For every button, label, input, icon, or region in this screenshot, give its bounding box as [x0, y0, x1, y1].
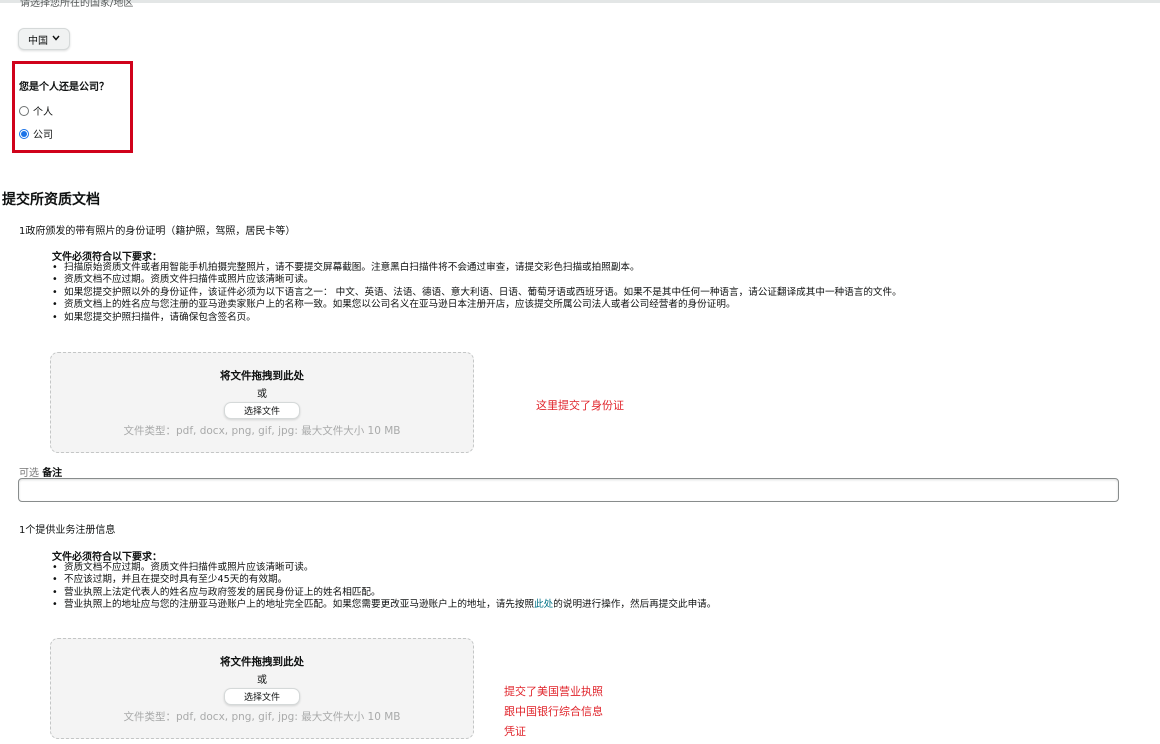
- top-border: [0, 0, 1160, 3]
- entity-question: 您是个人还是公司？: [19, 82, 109, 93]
- dropzone-title: 将文件拖拽到此处: [220, 655, 304, 668]
- list-item: 资质文档不应过期。资质文件扫描件或照片应该清晰可读。: [52, 562, 716, 575]
- annotation-license-3: 凭证: [504, 725, 526, 738]
- doc1-req-list: 扫描原始资质文件或者用智能手机拍摄完整照片，请不要提交屏幕截图。注意黑白扫描件将…: [52, 262, 902, 324]
- req4-pre: 营业执照上的地址应与您的注册亚马逊账户上的地址完全匹配。如果您需要更改亚马逊账户…: [64, 599, 535, 611]
- req4-post: 的说明进行操作，然后再提交此申请。: [553, 599, 717, 611]
- dropzone-file-types: 文件类型：pdf, docx, png, gif, jpg: 最大文件大小 10…: [123, 710, 401, 723]
- doc2-dropzone[interactable]: 将文件拖拽到此处 或 选择文件 文件类型：pdf, docx, png, gif…: [50, 638, 474, 739]
- list-item: 营业执照上的地址应与您的注册亚马逊账户上的地址完全匹配。如果您需要更改亚马逊账户…: [52, 599, 717, 612]
- radio-individual-label: 个人: [33, 107, 53, 118]
- country-dropdown[interactable]: 中国: [18, 28, 70, 50]
- chevron-down-icon: [52, 34, 60, 44]
- radio-company[interactable]: 公司: [19, 126, 53, 141]
- list-item: 营业执照上法定代表人的姓名应与政府签发的居民身份证上的姓名相匹配。: [52, 587, 716, 600]
- annotation-id: 这里提交了身份证: [536, 399, 624, 412]
- list-item: 资质文档上的姓名应与您注册的亚马逊卖家账户上的名称一致。如果您以公司名义在亚马逊…: [52, 299, 902, 312]
- dropzone-or: 或: [257, 388, 267, 400]
- radio-company-label: 公司: [33, 130, 53, 141]
- list-item: 不应该过期，并且在提交时具有至少45天的有效期。: [52, 574, 716, 587]
- country-selected: 中国: [28, 35, 48, 47]
- radio-unchecked-icon[interactable]: [19, 105, 29, 116]
- dropzone-title: 将文件拖拽到此处: [220, 369, 304, 382]
- remark-label: 可选 备注: [19, 464, 62, 479]
- choose-file-button[interactable]: 选择文件: [224, 401, 300, 419]
- doc1-dropzone[interactable]: 将文件拖拽到此处 或 选择文件 文件类型：pdf, docx, png, gif…: [50, 352, 474, 453]
- annotation-license-2: 跟中国银行综合信息: [504, 705, 603, 718]
- doc2-req-list: 资质文档不应过期。资质文件扫描件或照片应该清晰可读。 不应该过期，并且在提交时具…: [52, 562, 716, 612]
- section-title: 提交所资质文档: [2, 192, 100, 208]
- choose-file-button[interactable]: 选择文件: [224, 687, 300, 705]
- radio-individual[interactable]: 个人: [19, 103, 53, 118]
- doc2-req-title: 文件必须符合以下要求：: [52, 552, 162, 563]
- list-item: 如果您提交护照以外的身份证件，该证件必须为以下语言之一： 中文、英语、法语、德语…: [52, 287, 902, 300]
- country-label: 请选择您所在的国家/地区: [20, 0, 134, 8]
- doc1-label: 1政府颁发的带有照片的身份证明（籍护照，驾照，居民卡等）: [19, 226, 296, 237]
- list-item: 扫描原始资质文件或者用智能手机拍摄完整照片，请不要提交屏幕截图。注意黑白扫描件将…: [52, 262, 902, 275]
- radio-checked-icon[interactable]: [19, 128, 29, 139]
- remark-input[interactable]: [18, 478, 1119, 502]
- dropzone-file-types: 文件类型：pdf, docx, png, gif, jpg: 最大文件大小 10…: [123, 424, 401, 437]
- dropzone-or: 或: [257, 674, 267, 686]
- list-item: 资质文档不应过期。资质文件扫描件或照片应该清晰可读。: [52, 274, 902, 287]
- list-item: 如果您提交护照扫描件，请确保包含签名页。: [52, 312, 902, 325]
- doc2-label: 1个提供业务注册信息: [19, 525, 116, 536]
- doc1-req-title: 文件必须符合以下要求：: [52, 252, 162, 263]
- here-link[interactable]: 此处: [534, 599, 553, 610]
- annotation-license-1: 提交了美国营业执照: [504, 685, 603, 698]
